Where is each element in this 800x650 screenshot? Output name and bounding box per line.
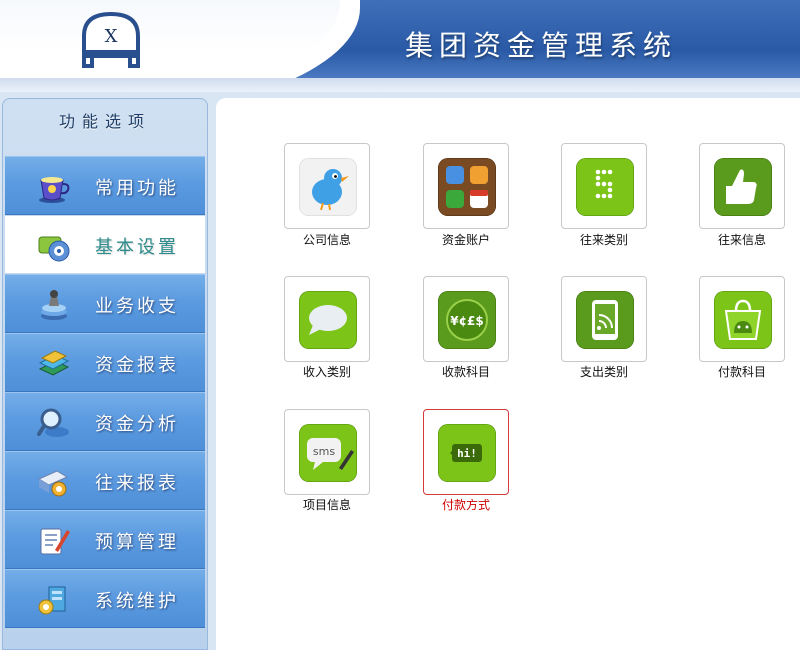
sidebar-item-label: 常用功能	[95, 178, 179, 199]
books-icon	[38, 350, 70, 376]
speech-bubble-icon	[299, 291, 357, 349]
tile-label: 资金账户	[441, 233, 490, 247]
tile-label: 往来类别	[579, 233, 628, 247]
currency-symbols: ¥¢£$	[450, 314, 483, 328]
hi-text: hi!	[457, 447, 477, 460]
tile-transaction-info[interactable]	[699, 143, 785, 229]
dots-s-icon	[576, 158, 634, 216]
tile-label: 往来信息	[717, 233, 766, 247]
app-title: 集团资金管理系统	[405, 29, 678, 62]
magnifier-icon	[37, 408, 69, 437]
tile-label: 收款科目	[441, 365, 490, 379]
sms-icon: sms	[299, 424, 357, 482]
sidebar-item-system-maintenance[interactable]: 系统维护	[5, 569, 205, 628]
header-band	[0, 78, 800, 92]
document-gear-icon	[37, 470, 69, 497]
sidebar-item-basic-settings[interactable]: 基本设置	[5, 215, 205, 274]
app-logo-icon: X	[82, 11, 140, 68]
sidebar-title: 功能选项	[58, 112, 151, 131]
tile-label: 项目信息	[302, 498, 351, 512]
sidebar-item-label: 业务收支	[95, 296, 179, 317]
tile-project-info[interactable]: sms	[284, 409, 370, 495]
coffee-cup-icon	[39, 177, 70, 203]
tile-label: 收入类别	[302, 365, 351, 379]
sidebar: 功能选项 常用功能 基本设置 业务收支 资金报表 资金分析 往来报表 预算管理 …	[2, 98, 208, 650]
sidebar-item-label: 往来报表	[95, 473, 179, 494]
maintenance-icon	[38, 586, 66, 615]
tile-label: 付款方式	[441, 498, 490, 512]
main-panel: 公司信息 资金账户 往来类别 往来信息 收入类别 ¥¢£$ 收款科目 支出类别 …	[216, 98, 800, 650]
edit-document-icon	[40, 528, 70, 555]
tile-payment-subject[interactable]	[699, 276, 785, 362]
tile-expense-category[interactable]	[561, 276, 647, 362]
coin-stack-icon	[41, 290, 67, 320]
tile-label: 支出类别	[579, 365, 628, 379]
sidebar-item-budget-management[interactable]: 预算管理	[5, 510, 205, 569]
tile-receipt-subject[interactable]: ¥¢£$	[423, 276, 509, 362]
hi-bubble-icon: hi!	[438, 424, 496, 482]
tile-transaction-category[interactable]	[561, 143, 647, 229]
app-logo-text: X	[105, 26, 118, 47]
sidebar-item-label: 系统维护	[95, 591, 179, 612]
sidebar-item-label: 预算管理	[95, 532, 179, 553]
sidebar-item-label: 资金报表	[95, 355, 179, 376]
sidebar-item-fund-analysis[interactable]: 资金分析	[5, 392, 205, 451]
sidebar-item-label: 资金分析	[95, 414, 179, 435]
tile-label: 付款科目	[717, 365, 766, 379]
sidebar-menu: 常用功能 基本设置 业务收支 资金报表 资金分析 往来报表 预算管理 系统维护	[5, 156, 205, 628]
tile-income-category[interactable]	[284, 276, 370, 362]
app-header: X 集团资金管理系统	[0, 0, 800, 92]
settings-disc-icon	[38, 236, 70, 262]
tile-payment-method[interactable]: hi!	[423, 409, 509, 495]
sidebar-item-transaction-reports[interactable]: 往来报表	[5, 451, 205, 510]
tile-company-info[interactable]	[284, 143, 370, 229]
sms-text: sms	[313, 445, 335, 458]
tablet-rss-icon	[576, 291, 634, 349]
tile-fund-account[interactable]	[423, 143, 509, 229]
thumbs-up-icon	[714, 158, 772, 216]
sidebar-item-common-functions[interactable]: 常用功能	[5, 156, 205, 215]
sidebar-item-business-income-expense[interactable]: 业务收支	[5, 274, 205, 333]
android-bag-icon	[714, 291, 772, 349]
tile-label: 公司信息	[302, 233, 351, 247]
apps-grid-icon	[438, 158, 496, 216]
currency-icon: ¥¢£$	[438, 291, 496, 349]
sidebar-item-label: 基本设置	[95, 237, 179, 258]
bird-icon	[299, 158, 357, 216]
sidebar-item-fund-reports[interactable]: 资金报表	[5, 333, 205, 392]
